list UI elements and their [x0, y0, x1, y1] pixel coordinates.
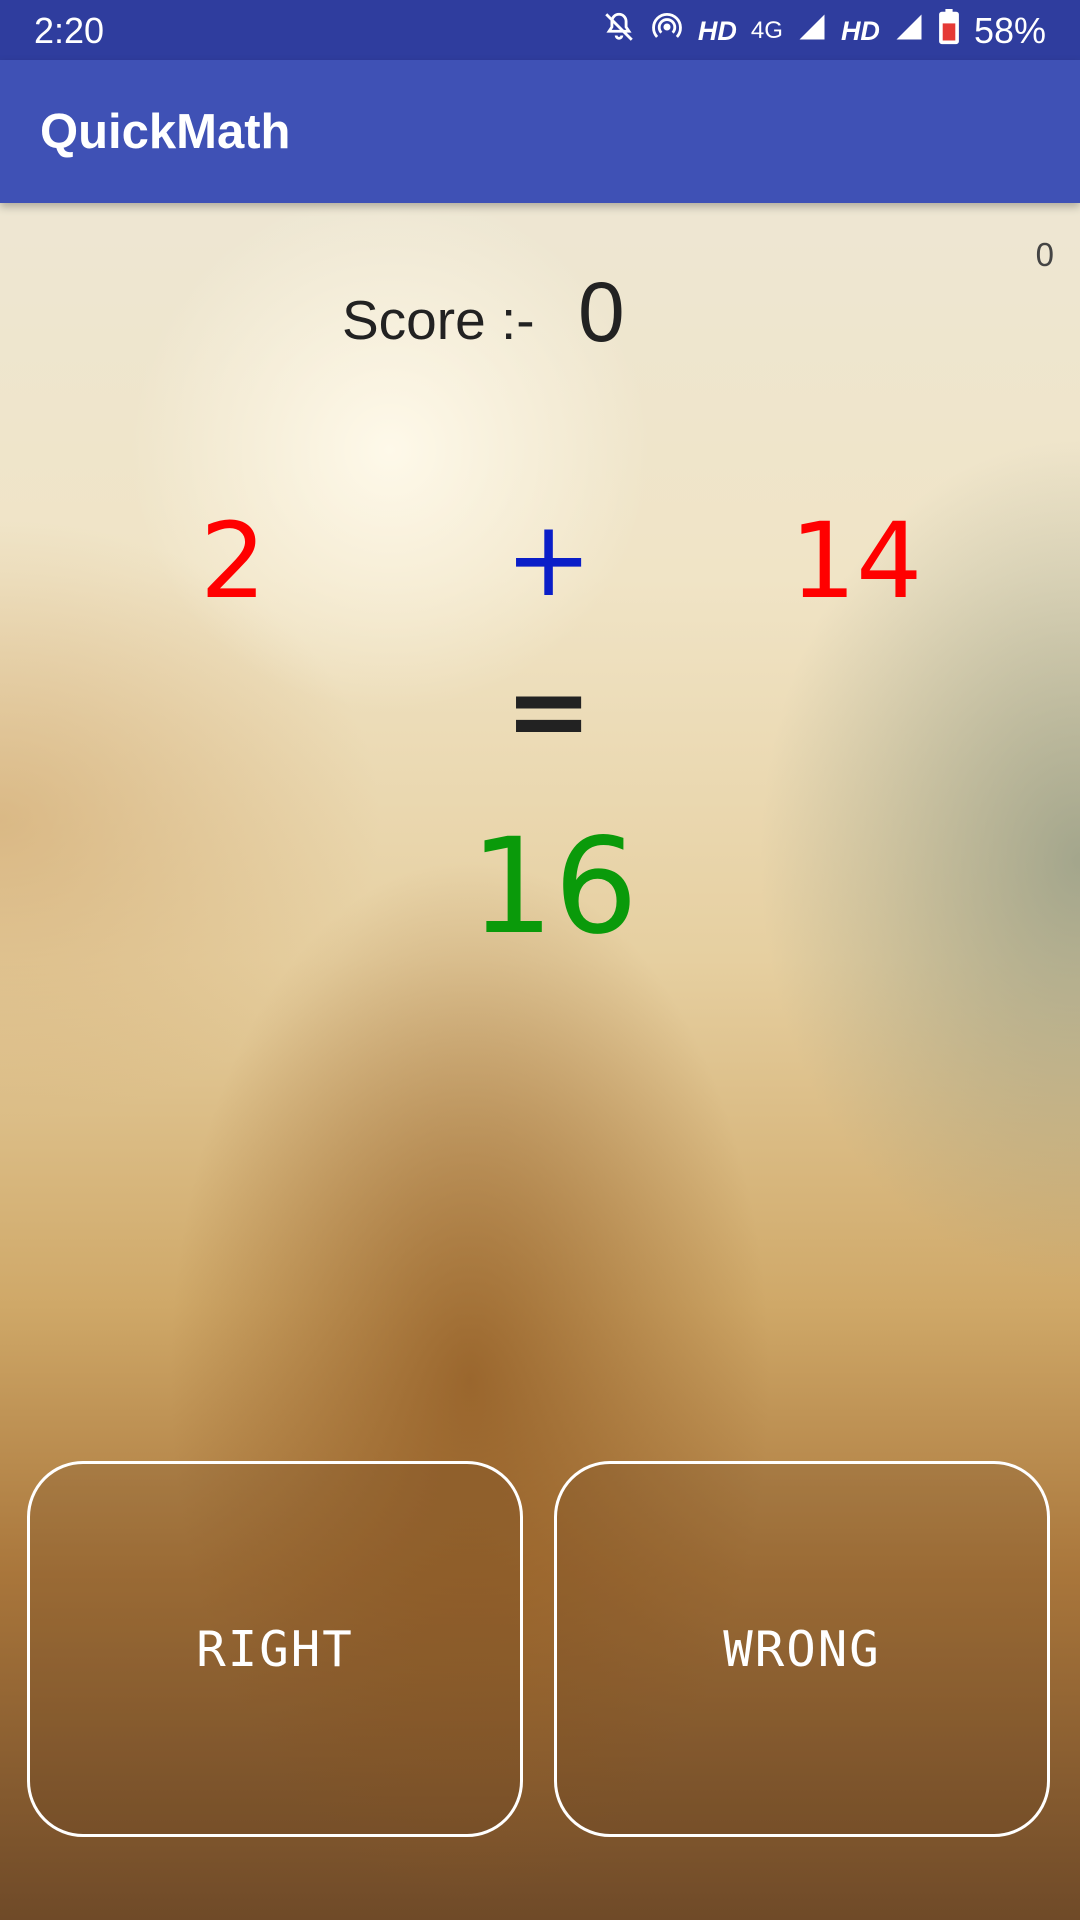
wrong-button-label: WRONG: [723, 1620, 881, 1678]
app-title: QuickMath: [40, 105, 291, 159]
status-icons: HD 4G HD 58%: [602, 8, 1046, 54]
hotspot-icon: [650, 10, 684, 52]
corner-counter: 0: [1035, 236, 1054, 273]
score-value: 0: [578, 265, 625, 359]
app-bar: QuickMath: [0, 60, 1080, 203]
right-button[interactable]: RIGHT: [27, 1461, 523, 1837]
right-button-label: RIGHT: [196, 1620, 354, 1678]
status-time: 2:20: [34, 10, 105, 51]
signal-icon: [797, 12, 827, 50]
operator-sign: +: [505, 498, 593, 620]
network-type: 4G: [750, 17, 783, 44]
battery-percent: 58%: [973, 10, 1046, 51]
bell-off-icon: [602, 10, 636, 52]
wrong-button[interactable]: WRONG: [554, 1461, 1050, 1837]
first-operand: 2: [200, 500, 267, 622]
equals-sign: =: [505, 650, 593, 772]
screen: 2:20 HD 4G HD 58% QuickMath 0 Score:- 0…: [0, 0, 1080, 1920]
status-bar: 2:20 HD 4G HD 58%: [0, 0, 1080, 60]
hd-label-2: HD: [840, 15, 880, 46]
score-label: Score :-: [342, 289, 535, 351]
hd-label-1: HD: [697, 15, 737, 46]
signal-icon: [894, 12, 924, 50]
second-operand: 14: [790, 500, 923, 622]
proposed-result: 16: [470, 810, 638, 964]
battery-icon: [938, 9, 960, 53]
